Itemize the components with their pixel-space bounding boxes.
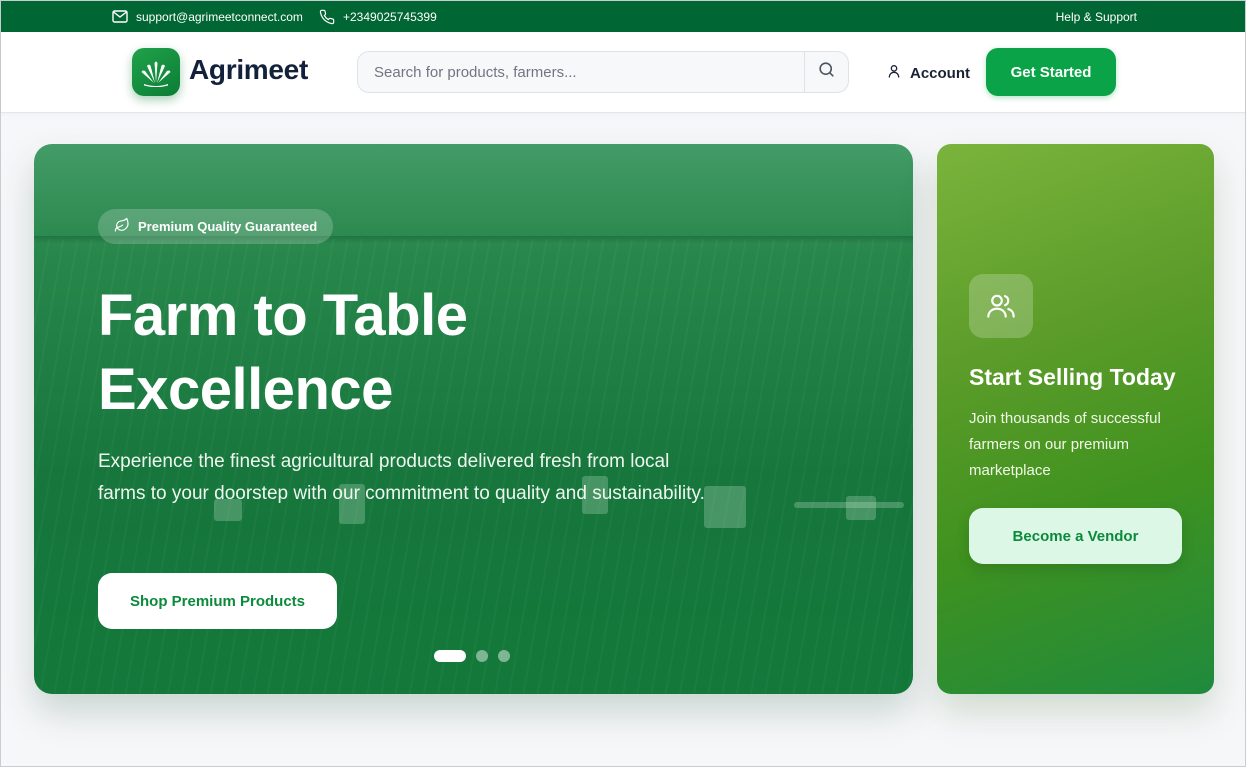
get-started-button[interactable]: Get Started xyxy=(986,48,1116,96)
account-label: Account xyxy=(910,64,970,82)
brand-name[interactable]: Agrimeet xyxy=(189,54,308,86)
quality-badge: Premium Quality Guaranteed xyxy=(98,209,334,244)
vendor-description: Join thousands of successful farmers on … xyxy=(969,410,1161,479)
search-button[interactable] xyxy=(804,52,848,92)
carousel-dot-2[interactable] xyxy=(476,650,488,662)
phone-icon xyxy=(319,9,335,25)
contact-phone-text: +2349025745399 xyxy=(343,9,437,24)
search-input[interactable] xyxy=(358,52,804,92)
users-icon xyxy=(969,274,1033,338)
top-bar: support@agrimeetconnect.com +23490257453… xyxy=(1,1,1245,32)
main-header: Agrimeet Account Get Started xyxy=(1,32,1245,113)
become-vendor-button[interactable]: Become a Vendor xyxy=(969,508,1182,564)
logo-icon[interactable] xyxy=(132,48,180,96)
user-icon xyxy=(886,63,902,83)
leaf-icon xyxy=(114,217,130,236)
account-button[interactable]: Account xyxy=(886,62,970,84)
hero-banner: Premium Quality Guaranteed Farm to Table… xyxy=(34,144,913,694)
mail-icon xyxy=(112,10,128,23)
tractor-silhouette xyxy=(846,496,876,520)
help-support-link[interactable]: Help & Support xyxy=(1056,1,1137,32)
vendor-title: Start Selling Today xyxy=(969,364,1176,390)
shop-premium-products-button[interactable]: Shop Premium Products xyxy=(98,573,337,629)
contact-phone[interactable]: +2349025745399 xyxy=(319,1,437,32)
vendor-promo-card: Start Selling Today Join thousands of su… xyxy=(937,144,1214,694)
hero-title: Farm to Table Excellence xyxy=(98,283,468,422)
search-icon xyxy=(817,60,836,84)
hero-subtitle: Experience the finest agricultural produ… xyxy=(98,451,705,504)
search-bar xyxy=(357,51,849,93)
carousel-dot-1[interactable] xyxy=(434,650,466,662)
contact-email-text: support@agrimeetconnect.com xyxy=(136,9,303,24)
quality-badge-text: Premium Quality Guaranteed xyxy=(138,219,318,234)
carousel-dot-3[interactable] xyxy=(498,650,510,662)
carousel-indicators xyxy=(434,650,510,662)
contact-email[interactable]: support@agrimeetconnect.com xyxy=(112,1,303,32)
